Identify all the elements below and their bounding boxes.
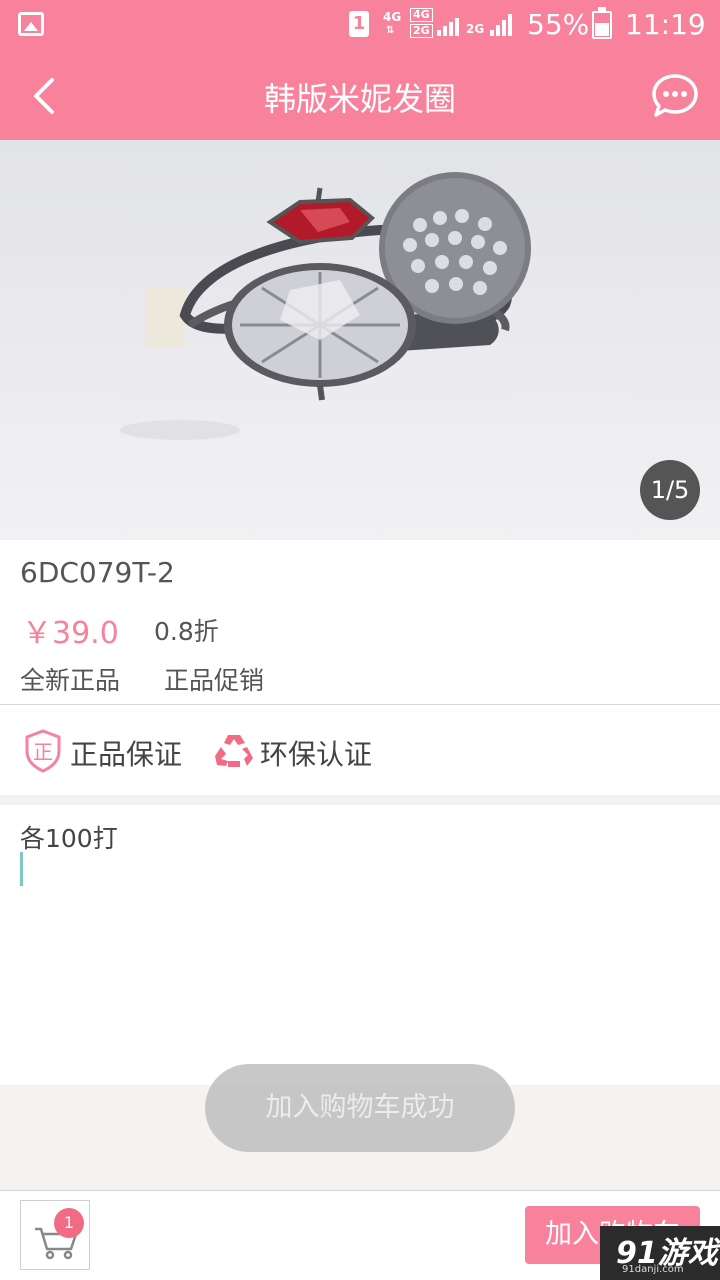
watermark-logo: 91游戏 91danji.com	[600, 1226, 720, 1280]
authentic-shield-icon: 正	[25, 729, 61, 773]
product-detail-screen: 1 4G ⇅ 4G 2G 2G 55% 11:19 韩版米妮发圈 1/5 6DC…	[0, 0, 720, 1280]
product-description: 各100打	[20, 824, 118, 853]
product-tag-new: 全新正品	[20, 666, 121, 695]
ring-photo	[120, 172, 531, 440]
product-price: ￥39.0	[22, 616, 119, 651]
gallery-notification-icon	[18, 12, 44, 36]
app-header: 韩版米妮发圈	[0, 50, 720, 140]
sim-slot-icon: 1	[349, 11, 369, 37]
signal-bars-icon	[437, 14, 459, 36]
battery-percent: 55%	[527, 8, 590, 41]
chat-bubble-icon[interactable]	[650, 72, 700, 120]
battery-icon	[592, 7, 612, 39]
data-arrows-icon: ⇅	[386, 25, 395, 36]
network-type-2-top: 4G	[410, 8, 433, 22]
network-type-2-bottom: 2G	[410, 24, 433, 38]
image-counter: 1/5	[640, 460, 700, 520]
page-title: 韩版米妮发圈	[263, 80, 456, 118]
cart-count-badge: 1	[54, 1208, 84, 1238]
status-bar: 1 4G ⇅ 4G 2G 2G 55% 11:19	[0, 0, 720, 50]
watermark-url: 91danji.com	[622, 1264, 684, 1275]
svg-text:正: 正	[33, 740, 53, 764]
section-gap	[0, 795, 720, 805]
clock: 11:19	[625, 8, 706, 41]
guarantee-eco-label: 环保认证	[260, 738, 373, 771]
cart-button[interactable]	[20, 1200, 90, 1270]
product-image-carousel[interactable]	[0, 140, 720, 540]
product-tag-promo: 正品促销	[164, 666, 265, 695]
text-cursor	[20, 852, 23, 886]
guarantee-authentic-label: 正品保证	[70, 738, 183, 771]
recycle-icon	[215, 735, 253, 767]
toast-message: 加入购物车成功	[205, 1064, 515, 1152]
shopping-cart-icon	[35, 1227, 78, 1260]
product-discount: 0.8折	[154, 617, 219, 646]
signal-bars-2-icon	[490, 14, 512, 36]
network-type-3: 2G	[466, 22, 485, 36]
product-sku: 6DC079T-2	[20, 556, 175, 589]
network-type-1: 4G	[383, 10, 402, 24]
